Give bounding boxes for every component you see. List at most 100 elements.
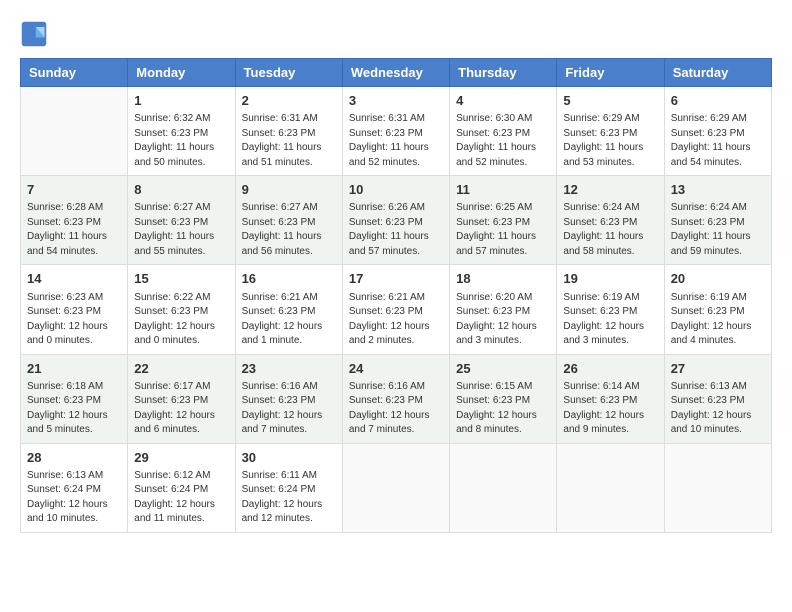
day-number: 13 [671, 181, 765, 199]
calendar-cell [450, 443, 557, 532]
calendar-cell: 23 Sunrise: 6:16 AM Sunset: 6:23 PM Dayli… [235, 354, 342, 443]
calendar-cell [557, 443, 664, 532]
day-info: Sunrise: 6:21 AM Sunset: 6:23 PM Dayligh… [349, 291, 443, 349]
calendar-cell: 13 Sunrise: 6:24 AM Sunset: 6:23 PM Dayli… [664, 176, 771, 265]
day-number: 7 [27, 181, 121, 199]
day-number: 26 [563, 360, 657, 378]
calendar-cell: 28 Sunrise: 6:13 AM Sunset: 6:24 PM Dayli… [21, 443, 128, 532]
day-info: Sunrise: 6:16 AM Sunset: 6:23 PM Dayligh… [242, 380, 336, 438]
day-number: 5 [563, 92, 657, 110]
day-info: Sunrise: 6:23 AM Sunset: 6:23 PM Dayligh… [27, 291, 121, 349]
week-row-1: 1 Sunrise: 6:32 AM Sunset: 6:23 PM Daylig… [21, 87, 772, 176]
calendar-cell: 7 Sunrise: 6:28 AM Sunset: 6:23 PM Daylig… [21, 176, 128, 265]
day-number: 6 [671, 92, 765, 110]
calendar-cell: 27 Sunrise: 6:13 AM Sunset: 6:23 PM Dayli… [664, 354, 771, 443]
day-info: Sunrise: 6:17 AM Sunset: 6:23 PM Dayligh… [134, 380, 228, 438]
calendar-cell: 2 Sunrise: 6:31 AM Sunset: 6:23 PM Daylig… [235, 87, 342, 176]
day-info: Sunrise: 6:28 AM Sunset: 6:23 PM Dayligh… [27, 201, 121, 259]
day-number: 8 [134, 181, 228, 199]
calendar-cell: 19 Sunrise: 6:19 AM Sunset: 6:23 PM Dayli… [557, 265, 664, 354]
logo-icon [20, 20, 48, 48]
calendar-cell: 26 Sunrise: 6:14 AM Sunset: 6:23 PM Dayli… [557, 354, 664, 443]
day-info: Sunrise: 6:19 AM Sunset: 6:23 PM Dayligh… [671, 291, 765, 349]
calendar-cell [342, 443, 449, 532]
day-number: 3 [349, 92, 443, 110]
day-number: 15 [134, 270, 228, 288]
calendar-cell: 22 Sunrise: 6:17 AM Sunset: 6:23 PM Dayli… [128, 354, 235, 443]
week-row-5: 28 Sunrise: 6:13 AM Sunset: 6:24 PM Dayli… [21, 443, 772, 532]
column-header-saturday: Saturday [664, 59, 771, 87]
day-info: Sunrise: 6:11 AM Sunset: 6:24 PM Dayligh… [242, 469, 336, 527]
day-info: Sunrise: 6:25 AM Sunset: 6:23 PM Dayligh… [456, 201, 550, 259]
day-number: 16 [242, 270, 336, 288]
calendar-cell: 25 Sunrise: 6:15 AM Sunset: 6:23 PM Dayli… [450, 354, 557, 443]
day-number: 17 [349, 270, 443, 288]
calendar-cell: 1 Sunrise: 6:32 AM Sunset: 6:23 PM Daylig… [128, 87, 235, 176]
day-info: Sunrise: 6:13 AM Sunset: 6:23 PM Dayligh… [671, 380, 765, 438]
calendar-cell: 10Sunrise: 6:26 AM Sunset: 6:23 PM Dayli… [342, 176, 449, 265]
day-number: 14 [27, 270, 121, 288]
week-row-2: 7 Sunrise: 6:28 AM Sunset: 6:23 PM Daylig… [21, 176, 772, 265]
calendar-cell: 24 Sunrise: 6:16 AM Sunset: 6:23 PM Dayli… [342, 354, 449, 443]
day-number: 28 [27, 449, 121, 467]
day-number: 19 [563, 270, 657, 288]
day-number: 2 [242, 92, 336, 110]
day-info: Sunrise: 6:15 AM Sunset: 6:23 PM Dayligh… [456, 380, 550, 438]
day-number: 11 [456, 181, 550, 199]
day-number: 20 [671, 270, 765, 288]
day-number: 23 [242, 360, 336, 378]
day-info: Sunrise: 6:19 AM Sunset: 6:23 PM Dayligh… [563, 291, 657, 349]
calendar-cell: 8 Sunrise: 6:27 AM Sunset: 6:23 PM Daylig… [128, 176, 235, 265]
calendar-cell: 5 Sunrise: 6:29 AM Sunset: 6:23 PM Daylig… [557, 87, 664, 176]
calendar-cell: 18Sunrise: 6:20 AM Sunset: 6:23 PM Dayli… [450, 265, 557, 354]
calendar-cell: 29 Sunrise: 6:12 AM Sunset: 6:24 PM Dayli… [128, 443, 235, 532]
day-number: 4 [456, 92, 550, 110]
day-info: Sunrise: 6:24 AM Sunset: 6:23 PM Dayligh… [671, 201, 765, 259]
day-number: 30 [242, 449, 336, 467]
logo [20, 20, 52, 48]
day-info: Sunrise: 6:12 AM Sunset: 6:24 PM Dayligh… [134, 469, 228, 527]
day-info: Sunrise: 6:16 AM Sunset: 6:23 PM Dayligh… [349, 380, 443, 438]
calendar-cell: 17 Sunrise: 6:21 AM Sunset: 6:23 PM Dayli… [342, 265, 449, 354]
calendar-cell: 4 Sunrise: 6:30 AM Sunset: 6:23 PM Daylig… [450, 87, 557, 176]
day-info: Sunrise: 6:22 AM Sunset: 6:23 PM Dayligh… [134, 291, 228, 349]
calendar-cell: 3 Sunrise: 6:31 AM Sunset: 6:23 PM Daylig… [342, 87, 449, 176]
calendar-cell: 11 Sunrise: 6:25 AM Sunset: 6:23 PM Dayli… [450, 176, 557, 265]
day-info: Sunrise: 6:14 AM Sunset: 6:23 PM Dayligh… [563, 380, 657, 438]
day-number: 10 [349, 181, 443, 199]
calendar-cell [21, 87, 128, 176]
week-row-4: 21 Sunrise: 6:18 AM Sunset: 6:23 PM Dayli… [21, 354, 772, 443]
day-number: 22 [134, 360, 228, 378]
day-number: 25 [456, 360, 550, 378]
day-info: Sunrise: 6:30 AM Sunset: 6:23 PM Dayligh… [456, 112, 550, 170]
column-header-sunday: Sunday [21, 59, 128, 87]
column-header-monday: Monday [128, 59, 235, 87]
calendar-cell: 9Sunrise: 6:27 AM Sunset: 6:23 PM Daylig… [235, 176, 342, 265]
calendar-cell: 20 Sunrise: 6:19 AM Sunset: 6:23 PM Dayli… [664, 265, 771, 354]
calendar: SundayMondayTuesdayWednesdayThursdayFrid… [20, 58, 772, 533]
column-header-thursday: Thursday [450, 59, 557, 87]
week-row-3: 14 Sunrise: 6:23 AM Sunset: 6:23 PM Dayli… [21, 265, 772, 354]
day-info: Sunrise: 6:21 AM Sunset: 6:23 PM Dayligh… [242, 291, 336, 349]
day-info: Sunrise: 6:31 AM Sunset: 6:23 PM Dayligh… [349, 112, 443, 170]
calendar-cell: 16 Sunrise: 6:21 AM Sunset: 6:23 PM Dayli… [235, 265, 342, 354]
day-number: 24 [349, 360, 443, 378]
day-info: Sunrise: 6:18 AM Sunset: 6:23 PM Dayligh… [27, 380, 121, 438]
column-header-tuesday: Tuesday [235, 59, 342, 87]
column-header-wednesday: Wednesday [342, 59, 449, 87]
calendar-cell [664, 443, 771, 532]
day-info: Sunrise: 6:20 AM Sunset: 6:23 PM Dayligh… [456, 291, 550, 349]
day-number: 21 [27, 360, 121, 378]
day-number: 27 [671, 360, 765, 378]
calendar-cell: 21 Sunrise: 6:18 AM Sunset: 6:23 PM Dayli… [21, 354, 128, 443]
column-header-friday: Friday [557, 59, 664, 87]
day-info: Sunrise: 6:27 AM Sunset: 6:23 PM Dayligh… [134, 201, 228, 259]
day-info: Sunrise: 6:31 AM Sunset: 6:23 PM Dayligh… [242, 112, 336, 170]
day-info: Sunrise: 6:24 AM Sunset: 6:23 PM Dayligh… [563, 201, 657, 259]
day-number: 29 [134, 449, 228, 467]
calendar-cell: 12Sunrise: 6:24 AM Sunset: 6:23 PM Dayli… [557, 176, 664, 265]
day-info: Sunrise: 6:32 AM Sunset: 6:23 PM Dayligh… [134, 112, 228, 170]
day-info: Sunrise: 6:29 AM Sunset: 6:23 PM Dayligh… [563, 112, 657, 170]
day-number: 1 [134, 92, 228, 110]
day-info: Sunrise: 6:13 AM Sunset: 6:24 PM Dayligh… [27, 469, 121, 527]
